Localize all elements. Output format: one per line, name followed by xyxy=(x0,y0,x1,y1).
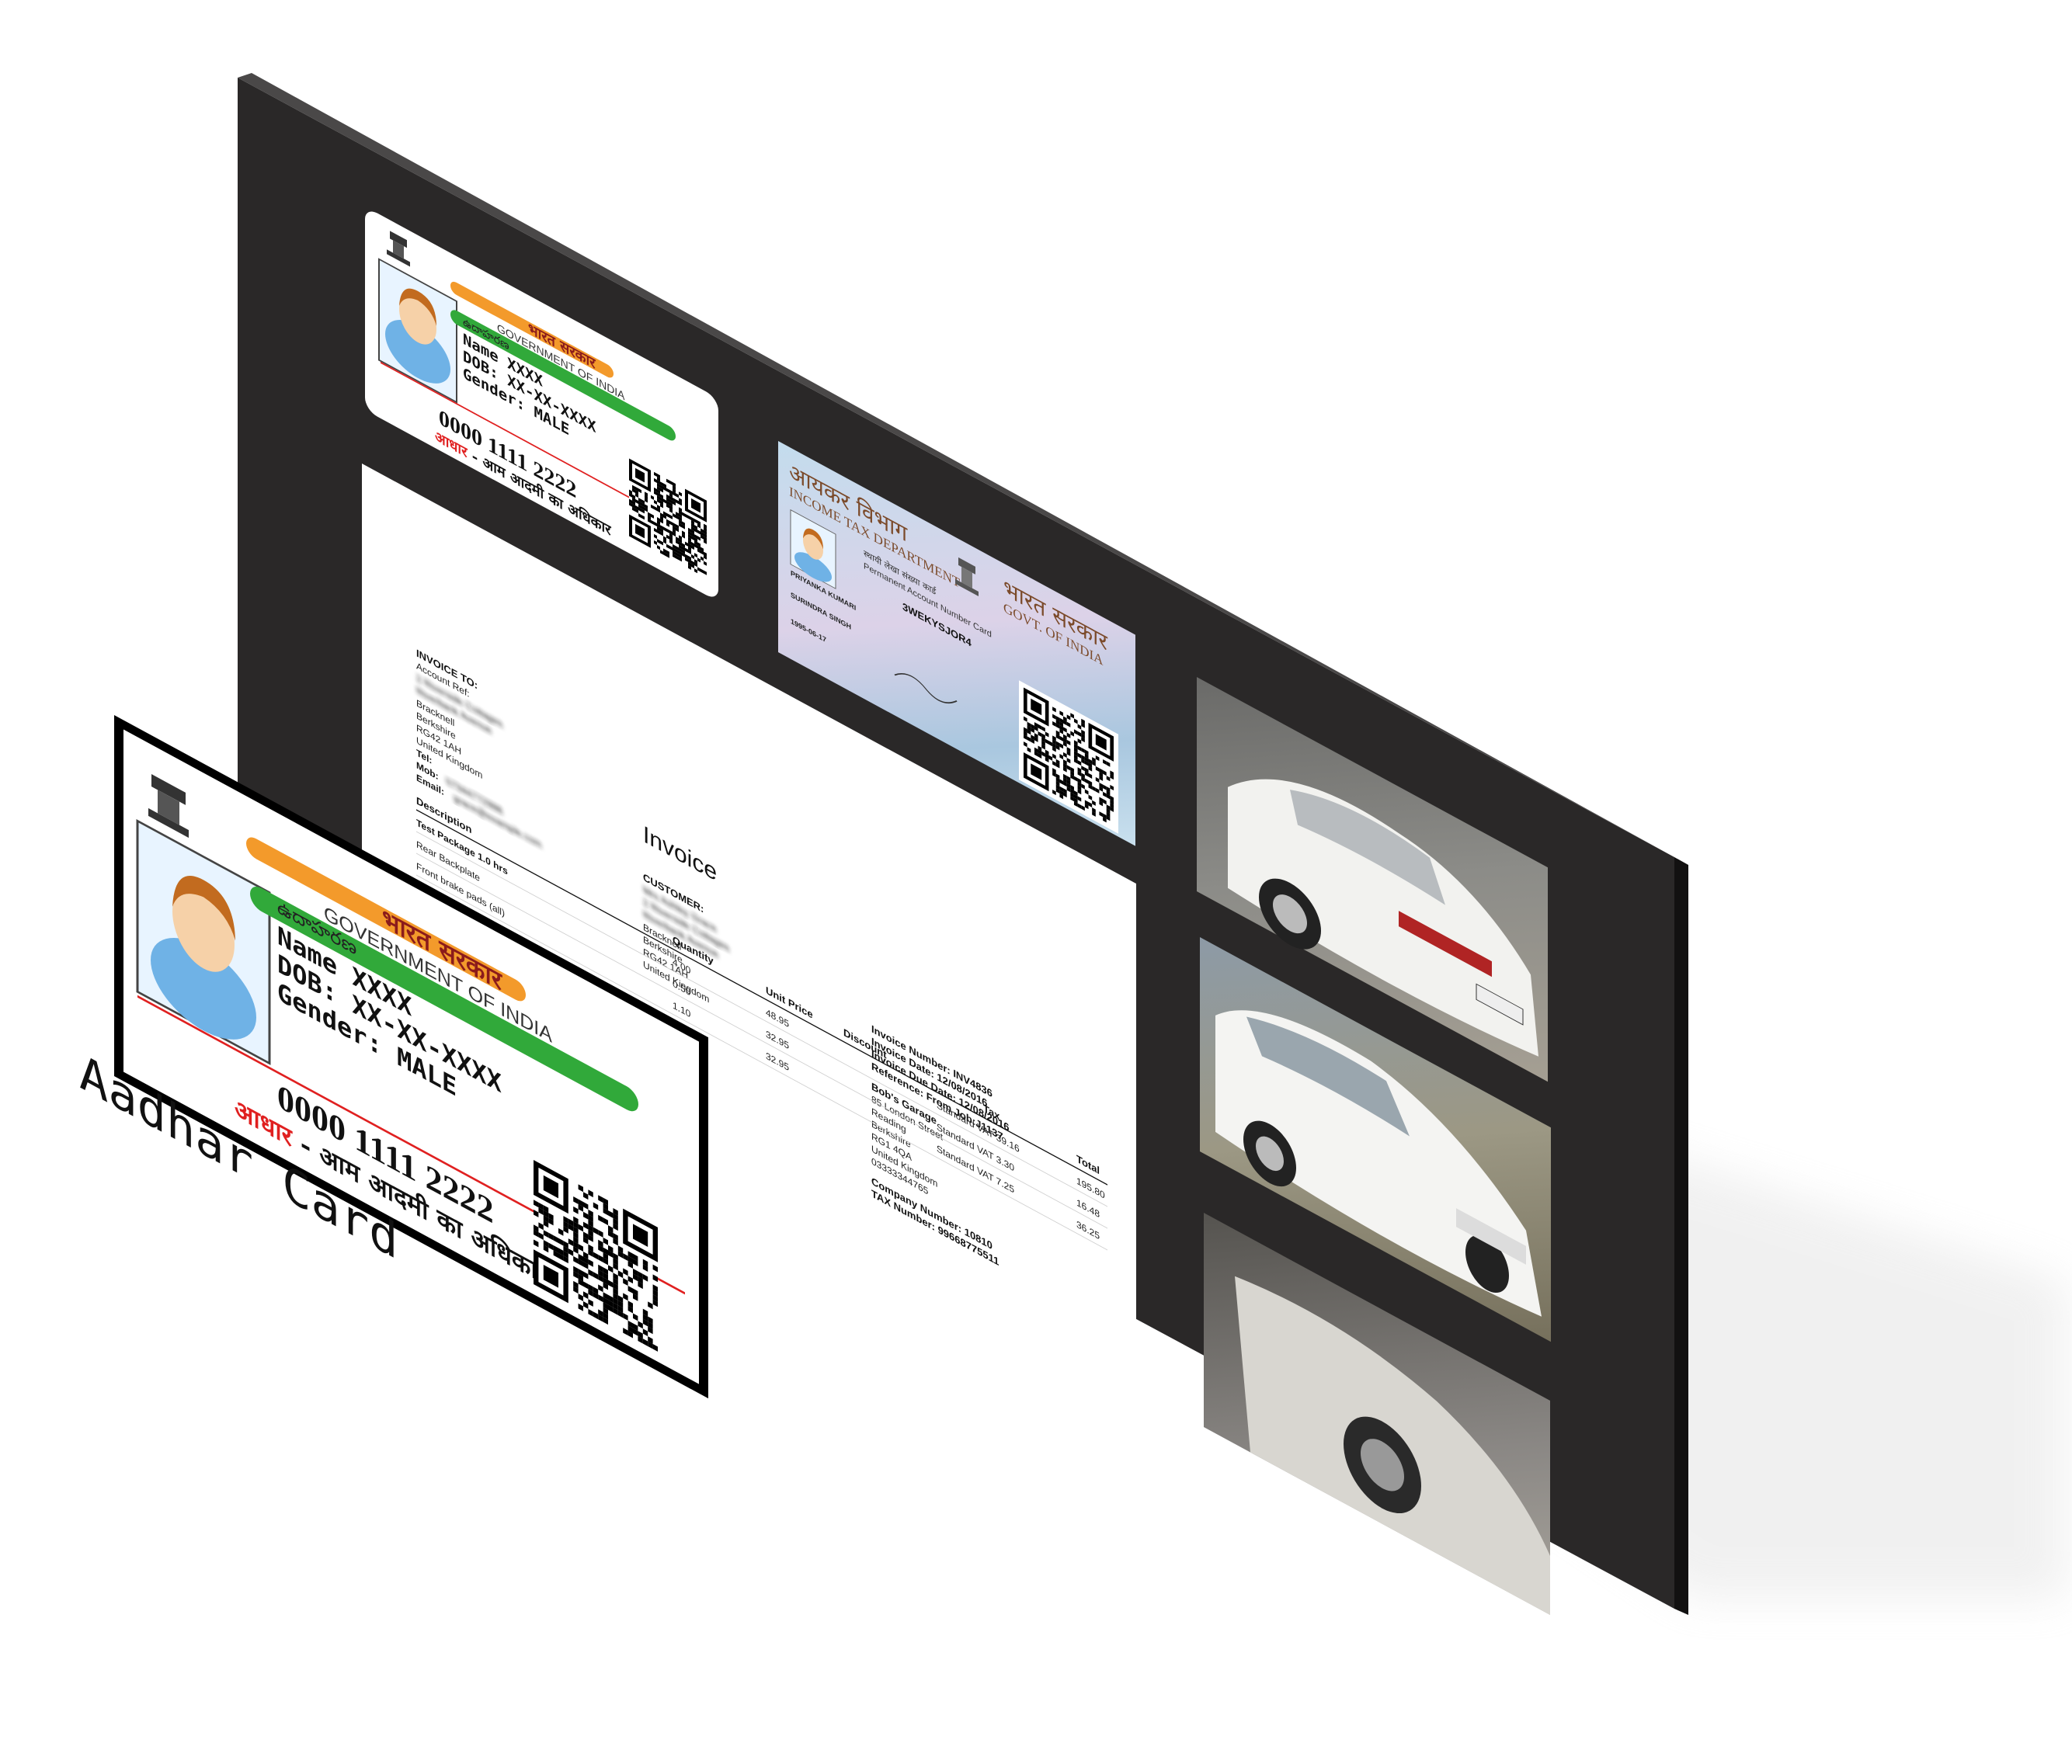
isometric-document-scene: भारत सरकार GOVERNMENT OF INDIA ఉదాహరణ Na… xyxy=(79,73,2066,1759)
board-side-edge xyxy=(1674,857,1688,1615)
